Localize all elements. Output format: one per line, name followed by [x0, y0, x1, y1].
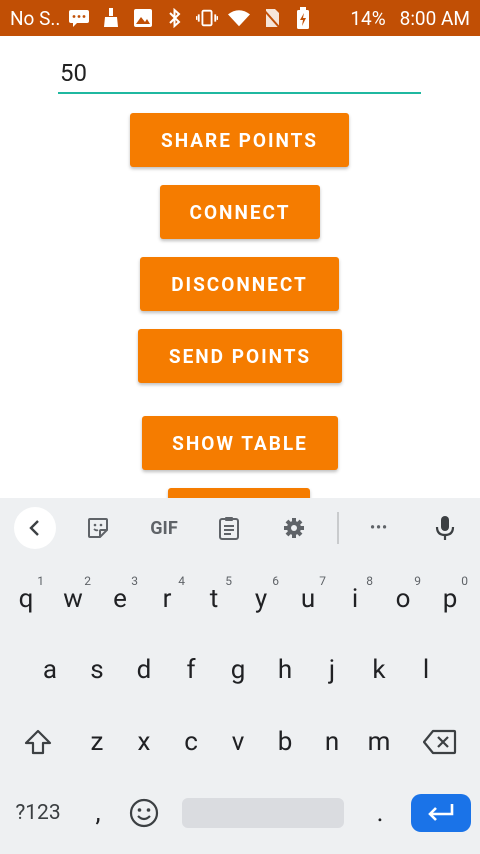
key-hint: 4	[178, 574, 185, 588]
image-icon	[132, 7, 154, 29]
key-t[interactable]: t5	[192, 570, 236, 628]
shift-icon[interactable]	[16, 713, 60, 771]
clock: 8:00 AM	[399, 6, 470, 30]
enter-key[interactable]	[411, 794, 471, 832]
wifi-icon	[228, 7, 251, 29]
key-c[interactable]: c	[169, 713, 213, 771]
key-label: w	[63, 584, 83, 614]
key-w[interactable]: w2	[51, 570, 95, 628]
vibrate-icon	[196, 7, 219, 29]
key-hint: 8	[366, 574, 373, 588]
key-label: t	[209, 584, 219, 614]
share-points-button[interactable]: SHARE POINTS	[130, 113, 349, 167]
status-bar: No S.. 14% 8:00 AM	[0, 0, 480, 36]
carrier-label: No S..	[10, 6, 61, 30]
key-m[interactable]: m	[357, 713, 401, 771]
connect-button[interactable]: CONNECT	[160, 185, 320, 239]
key-label: e	[113, 584, 127, 614]
key-hint: 3	[131, 574, 138, 588]
toolbar-divider	[337, 512, 339, 544]
key-hint: 7	[319, 574, 326, 588]
status-right: 14% 8:00 AM	[350, 7, 470, 30]
key-hint: 9	[414, 574, 421, 588]
no-sim-icon	[260, 7, 282, 29]
keyboard: GIF ••• q1 w2 e3 r4 t5 y6 u7 i8 o9 p0 a …	[0, 498, 480, 854]
more-icon[interactable]: •••	[359, 508, 399, 548]
key-hint: 2	[84, 574, 91, 588]
key-f[interactable]: f	[169, 641, 213, 699]
key-r[interactable]: r4	[145, 570, 189, 628]
settings-icon[interactable]	[274, 508, 314, 548]
key-label: o	[395, 584, 411, 614]
symbols-key[interactable]: ?123	[8, 784, 68, 842]
key-d[interactable]: d	[122, 641, 166, 699]
key-label: p	[442, 584, 458, 614]
key-k[interactable]: k	[357, 641, 401, 699]
disconnect-button[interactable]: DISCONNECT	[140, 257, 339, 311]
key-label: q	[18, 584, 34, 614]
key-hint: 1	[37, 574, 44, 588]
key-p[interactable]: p0	[428, 570, 472, 628]
enter-icon	[428, 804, 454, 821]
show-table-button[interactable]: SHOW TABLE	[142, 416, 338, 470]
back-icon[interactable]	[14, 507, 56, 549]
key-h[interactable]: h	[263, 641, 307, 699]
screen: No S.. 14% 8:00 AM 50 SHARE POINTS CONNE…	[0, 0, 480, 854]
key-b[interactable]: b	[263, 713, 307, 771]
key-hint: 6	[272, 574, 279, 588]
key-label: i	[351, 584, 359, 614]
space-bar[interactable]	[182, 798, 344, 828]
emoji-icon[interactable]	[122, 784, 166, 842]
key-v[interactable]: v	[216, 713, 260, 771]
gif-icon[interactable]: GIF	[143, 508, 185, 548]
key-a[interactable]: a	[28, 641, 72, 699]
backspace-icon[interactable]	[418, 713, 462, 771]
bluetooth-icon	[164, 7, 186, 29]
key-q[interactable]: q1	[4, 570, 48, 628]
clipboard-icon[interactable]	[209, 508, 249, 548]
key-n[interactable]: n	[310, 713, 354, 771]
key-hint: 0	[461, 574, 468, 588]
key-period[interactable]: .	[358, 784, 402, 842]
microphone-icon[interactable]	[425, 508, 465, 548]
sticker-icon[interactable]	[78, 508, 118, 548]
send-points-button[interactable]: SEND POINTS	[138, 329, 342, 383]
points-input[interactable]	[58, 54, 421, 94]
battery-charging-icon	[292, 7, 314, 29]
key-u[interactable]: u7	[286, 570, 330, 628]
key-y[interactable]: y6	[239, 570, 283, 628]
key-g[interactable]: g	[216, 641, 260, 699]
key-e[interactable]: e3	[98, 570, 142, 628]
keyboard-toolbar: GIF •••	[0, 498, 480, 558]
hidden-button[interactable]	[168, 488, 310, 498]
key-j[interactable]: j	[310, 641, 354, 699]
key-label: y	[254, 584, 268, 614]
key-x[interactable]: x	[122, 713, 166, 771]
app-content: SHARE POINTS CONNECT DISCONNECT SEND POI…	[0, 36, 480, 498]
cleaner-icon	[100, 7, 122, 29]
key-i[interactable]: i8	[333, 570, 377, 628]
notification-icons	[68, 7, 314, 29]
key-label: u	[300, 584, 316, 614]
key-s[interactable]: s	[75, 641, 119, 699]
message-icon	[68, 7, 90, 29]
key-z[interactable]: z	[75, 713, 119, 771]
key-hint: 5	[225, 574, 232, 588]
key-label: r	[162, 584, 172, 614]
key-comma[interactable]: ,	[76, 784, 120, 842]
key-o[interactable]: o9	[381, 570, 425, 628]
battery-percent: 14%	[350, 6, 386, 30]
key-l[interactable]: l	[404, 641, 448, 699]
